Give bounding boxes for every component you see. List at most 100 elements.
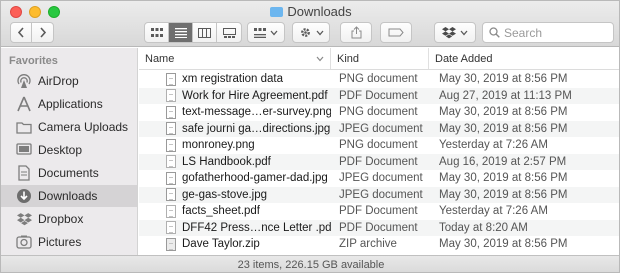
tags-button[interactable] — [380, 22, 412, 43]
list-view-button[interactable] — [169, 23, 193, 42]
file-kind: PDF Document — [339, 221, 418, 234]
file-kind: ZIP archive — [339, 238, 397, 251]
zip-file-icon — [166, 237, 176, 251]
navigation-buttons — [10, 22, 54, 43]
file-row[interactable]: ge-gas-stove.jpg JPEG document May 30, 2… — [139, 186, 619, 203]
applications-icon — [16, 96, 32, 112]
image-file-icon — [166, 122, 176, 136]
file-kind: JPEG document — [339, 188, 423, 201]
search-field[interactable]: Search — [482, 22, 614, 43]
tag-icon — [388, 28, 404, 37]
file-row[interactable]: gofatherhood-gamer-dad.jpg JPEG document… — [139, 170, 619, 187]
group-icon — [254, 27, 266, 38]
icon-view-button[interactable] — [145, 23, 169, 42]
image-file-icon — [166, 171, 176, 185]
file-date-added: Aug 16, 2019 at 2:57 PM — [439, 155, 567, 168]
sidebar-item-camera-uploads[interactable]: Camera Uploads — [1, 116, 137, 138]
grid-icon — [150, 27, 163, 37]
file-kind: JPEG document — [339, 122, 423, 135]
column-date-label: Date Added — [435, 52, 493, 65]
dropbox-icon — [16, 211, 32, 227]
file-row[interactable]: DFF42 Press…nce Letter .pdf PDF Document… — [139, 219, 619, 236]
file-kind: JPEG document — [339, 172, 423, 185]
share-icon — [351, 26, 361, 39]
chevron-left-icon — [17, 27, 24, 38]
search-icon — [489, 27, 500, 38]
sidebar-item-airdrop[interactable]: AirDrop — [1, 70, 137, 92]
file-name: facts_sheet.pdf — [182, 205, 260, 218]
column-view-button[interactable] — [193, 23, 217, 42]
file-date-added: Aug 27, 2019 at 11:13 PM — [439, 89, 572, 102]
sidebar-item-label: Desktop — [38, 143, 83, 157]
file-icon — [166, 138, 176, 152]
downloads-icon — [16, 188, 32, 204]
sidebar-item-label: AirDrop — [38, 74, 79, 88]
column-header-name[interactable]: Name — [139, 48, 331, 69]
sidebar-item-label: Pictures — [38, 235, 82, 249]
file-row[interactable]: xm registration data PNG document May 30… — [139, 71, 619, 88]
sidebar-item-label: Documents — [38, 166, 99, 180]
file-kind: PNG document — [339, 139, 418, 152]
title-bar: Downloads Search — [1, 1, 619, 47]
file-name: ge-gas-stove.jpg — [182, 188, 268, 201]
sidebar-heading: Favorites — [9, 55, 58, 67]
action-button[interactable] — [292, 22, 330, 43]
columns-icon — [198, 27, 211, 38]
back-button[interactable] — [11, 23, 32, 42]
file-name: monroney.png — [182, 139, 255, 152]
sidebar-item-applications[interactable]: Applications — [1, 93, 137, 115]
pdf-file-icon — [166, 221, 176, 235]
file-name: text-message…er-survey.png — [182, 106, 331, 119]
file-row[interactable]: Work for Hire Agreement.pdf PDF Document… — [139, 87, 619, 104]
sidebar-item-downloads[interactable]: Downloads — [1, 185, 137, 207]
file-row[interactable]: text-message…er-survey.png PNG document … — [139, 104, 619, 121]
column-name-label: Name — [145, 52, 175, 65]
file-name: safe journi ga…directions.jpg — [182, 122, 331, 135]
sidebar-item-dropbox[interactable]: Dropbox — [1, 208, 137, 230]
file-date-added: May 30, 2019 at 8:56 PM — [439, 172, 568, 185]
sidebar-item-label: Downloads — [38, 189, 98, 203]
file-row[interactable]: facts_sheet.pdf PDF Document Yesterday a… — [139, 203, 619, 220]
desktop-icon — [16, 142, 32, 158]
file-date-added: Today at 8:20 AM — [439, 221, 528, 234]
file-name: xm registration data — [182, 73, 283, 86]
column-header: Name Kind Date Added — [139, 48, 619, 70]
sidebar-item-desktop[interactable]: Desktop — [1, 139, 137, 161]
column-kind-label: Kind — [337, 52, 360, 65]
file-name: DFF42 Press…nce Letter .pdf — [182, 221, 331, 234]
sidebar-item-label: Dropbox — [38, 212, 84, 226]
dropbox-icon — [442, 26, 456, 38]
sidebar-item-documents[interactable]: Documents — [1, 162, 137, 184]
view-mode-control — [144, 22, 242, 43]
file-row[interactable]: safe journi ga…directions.jpg JPEG docum… — [139, 120, 619, 137]
search-placeholder: Search — [504, 25, 543, 40]
file-date-added: May 30, 2019 at 8:56 PM — [439, 122, 568, 135]
sidebar-item-label: Applications — [38, 97, 103, 111]
file-list: Name Kind Date Added xm registration dat… — [139, 48, 619, 255]
file-date-added: May 30, 2019 at 8:56 PM — [439, 73, 568, 86]
folder-icon — [16, 119, 32, 135]
sidebar-item-label: Camera Uploads — [38, 120, 129, 134]
file-name: Work for Hire Agreement.pdf — [182, 89, 328, 102]
gallery-view-button[interactable] — [217, 23, 241, 42]
forward-button[interactable] — [32, 23, 53, 42]
column-header-date-added[interactable]: Date Added — [429, 48, 619, 69]
file-kind: PDF Document — [339, 155, 418, 168]
file-kind: PNG document — [339, 106, 418, 119]
file-row[interactable]: monroney.png PNG document Yesterday at 7… — [139, 137, 619, 154]
column-header-kind[interactable]: Kind — [331, 48, 429, 69]
pdf-file-icon — [166, 155, 176, 169]
gallery-icon — [222, 27, 236, 38]
folder-icon — [270, 7, 284, 17]
group-by-button[interactable] — [247, 22, 285, 43]
file-name: gofatherhood-gamer-dad.jpg — [182, 172, 328, 185]
file-row[interactable]: Dave Taylor.zip ZIP archive May 30, 2019… — [139, 236, 619, 253]
gear-icon — [300, 28, 310, 37]
finder-window: Downloads Search Favorites AirDrop Appli… — [0, 0, 620, 273]
sidebar-item-pictures[interactable]: Pictures — [1, 231, 137, 253]
file-row[interactable]: LS Handbook.pdf PDF Document Aug 16, 201… — [139, 153, 619, 170]
file-icon — [166, 105, 176, 119]
file-kind: PNG document — [339, 73, 418, 86]
share-button[interactable] — [340, 22, 372, 43]
dropbox-toolbar-button[interactable] — [434, 22, 476, 43]
